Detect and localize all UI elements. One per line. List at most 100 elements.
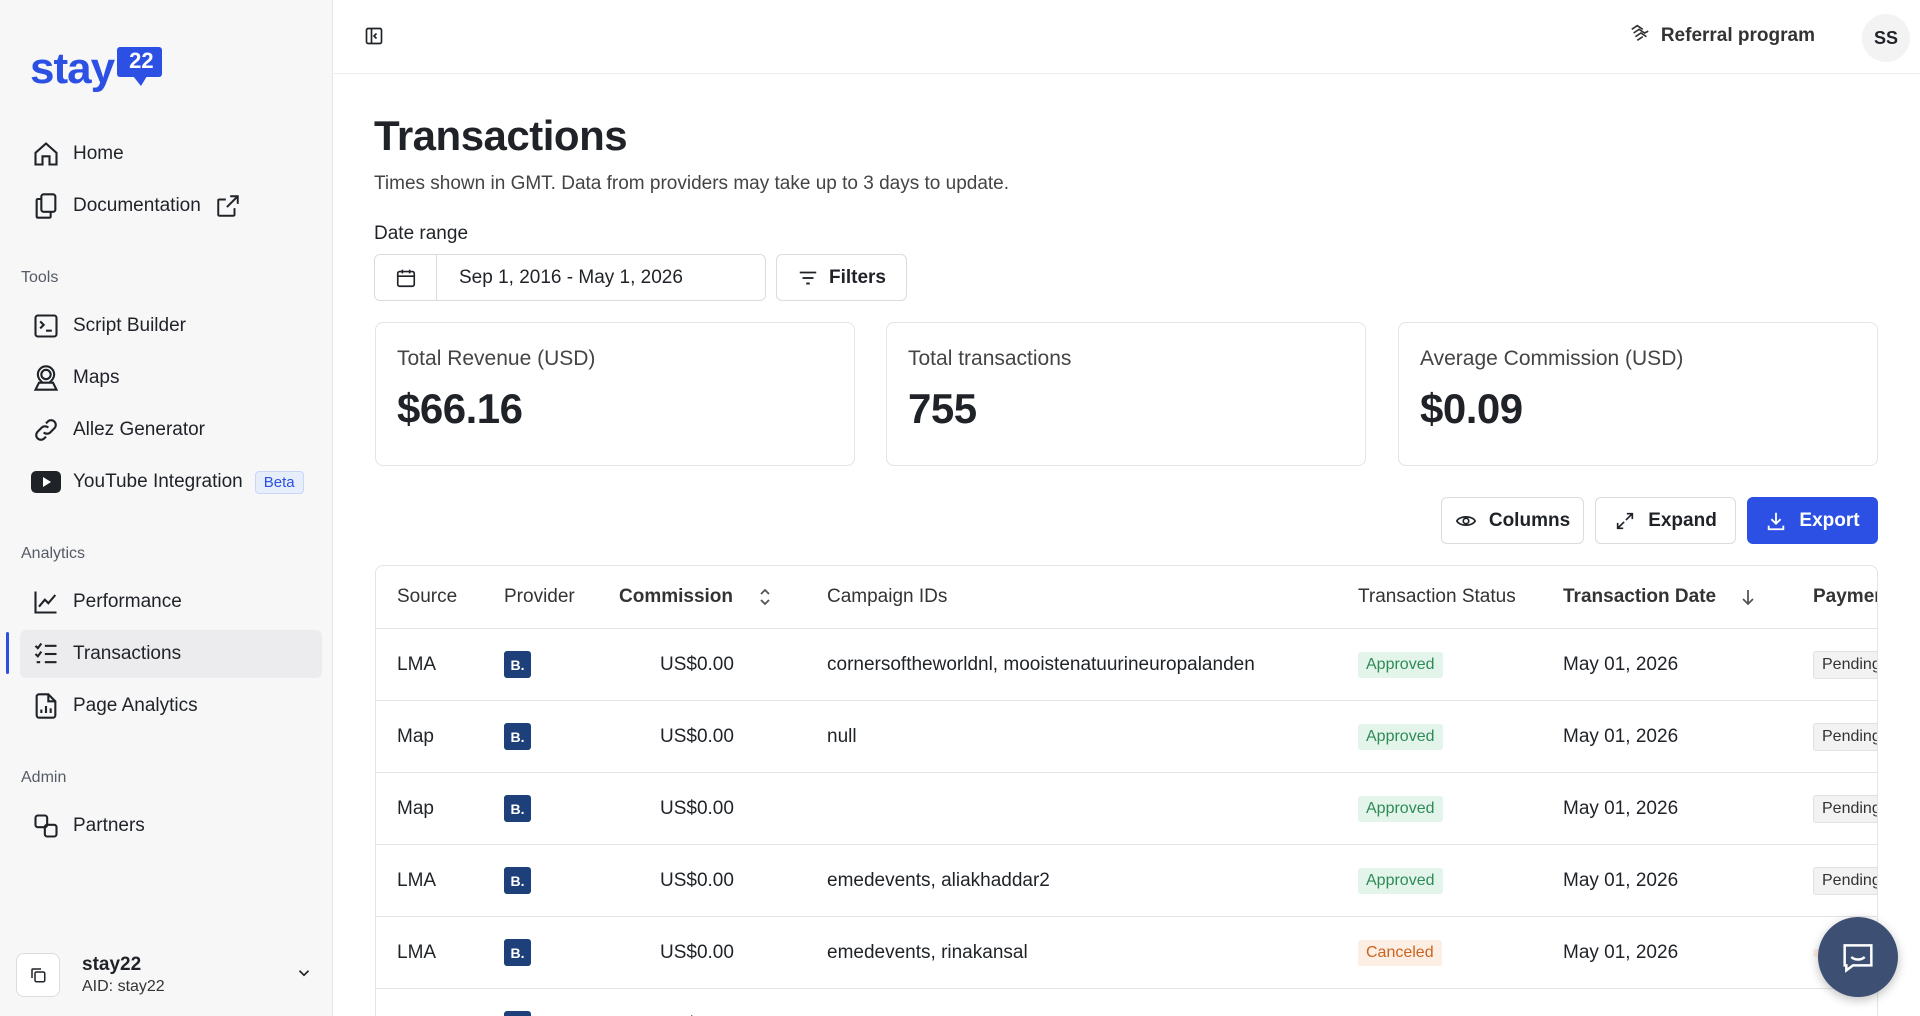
cell-source: LMA (397, 869, 437, 891)
cell-date: May 01, 2026 (1563, 797, 1679, 819)
cell-date: May 01, 2026 (1563, 653, 1679, 675)
stat-label: Total Revenue (USD) (397, 347, 596, 370)
user-avatar[interactable]: SS (1862, 14, 1910, 62)
sidebar-item-page-analytics[interactable]: Page Analytics (20, 682, 322, 730)
sidebar-item-label: Page Analytics (73, 695, 198, 716)
calendar-icon (375, 255, 437, 300)
filters-button[interactable]: Filters (776, 254, 907, 301)
cell-campaign-ids: cornersoftheworldnl, mooistenatuurineuro… (827, 653, 1255, 675)
chevron-down-icon (295, 964, 313, 987)
section-label-analytics: Analytics (21, 545, 86, 562)
column-header-transaction-status[interactable]: Transaction Status (1358, 586, 1516, 608)
stat-value: $66.16 (397, 385, 523, 432)
download-icon (1765, 510, 1787, 532)
cell-source: LMA (397, 941, 437, 963)
referral-program-link[interactable]: Referral program (1629, 22, 1815, 50)
sidebar-item-partners[interactable]: Partners (20, 802, 322, 850)
sidebar-item-label: Performance (73, 591, 182, 612)
eye-icon (1455, 510, 1477, 532)
sidebar-item-label: Allez Generator (73, 419, 206, 440)
stat-card-total-revenue: Total Revenue (USD) $66.16 (375, 322, 855, 466)
column-header-provider[interactable]: Provider (504, 586, 575, 608)
page-title: Transactions (374, 112, 628, 159)
transactions-icon (31, 639, 61, 669)
table-row[interactable]: M B. US$0.00 (376, 989, 1877, 1016)
cell-commission: US$0.00 (660, 725, 734, 747)
sidebar-item-allez-generator[interactable]: Allez Generator (20, 406, 322, 454)
performance-icon (31, 587, 61, 617)
sort-descending-icon[interactable] (1740, 587, 1756, 607)
chat-button[interactable] (1818, 917, 1898, 997)
sidebar-item-maps[interactable]: Maps (20, 354, 322, 402)
expand-button[interactable]: Expand (1595, 497, 1736, 544)
cell-commission: US$0.00 (660, 869, 734, 891)
cell-commission: US$0.00 (660, 653, 734, 675)
table-row[interactable]: Map B. US$0.00 Approved May 01, 2026 Pen… (376, 773, 1877, 845)
chat-icon (1838, 937, 1878, 977)
cell-date: May 01, 2026 (1563, 869, 1679, 891)
cell-campaign-ids: null (827, 725, 857, 747)
date-range-label: Date range (374, 223, 469, 244)
maps-icon (31, 363, 61, 393)
filters-label: Filters (828, 266, 887, 288)
booking-provider-icon: B. (504, 939, 531, 966)
cell-commission: US$0.00 (660, 941, 734, 963)
payment-badge: Pending (1813, 794, 1877, 823)
column-header-payment[interactable]: Paymen (1813, 586, 1877, 608)
active-indicator (6, 632, 9, 674)
transactions-table: Source Provider Commission Campaign IDs … (375, 565, 1878, 1016)
expand-label: Expand (1648, 509, 1717, 531)
sidebar-item-youtube-integration[interactable]: YouTube Integration Beta (20, 458, 322, 506)
cell-commission: US$0.00 (660, 797, 734, 819)
referral-icon (1629, 22, 1651, 50)
sort-icon[interactable] (757, 587, 773, 607)
table-header: Source Provider Commission Campaign IDs … (376, 566, 1877, 629)
sidebar-item-home[interactable]: Home (20, 130, 322, 178)
columns-button[interactable]: Columns (1441, 497, 1584, 544)
stat-card-average-commission: Average Commission (USD) $0.09 (1398, 322, 1878, 466)
cell-source: Map (397, 797, 434, 819)
sidebar: stay 22 Home Documentation Tools Script … (0, 0, 333, 1016)
column-header-label: Transaction Date (1563, 586, 1717, 607)
export-label: Export (1799, 509, 1860, 531)
cell-commission: US$0.00 (660, 989, 734, 1016)
table-row[interactable]: Map B. US$0.00 null Approved May 01, 202… (376, 701, 1877, 773)
status-badge: Approved (1358, 651, 1443, 678)
column-header-commission[interactable]: Commission (619, 586, 773, 608)
column-header-label: Commission (619, 586, 734, 607)
payment-badge: Pending (1813, 866, 1877, 895)
page-subtitle: Times shown in GMT. Data from providers … (374, 173, 1010, 194)
booking-provider-icon: B. (504, 1011, 531, 1016)
sidebar-toggle-icon[interactable] (362, 24, 386, 48)
sidebar-item-performance[interactable]: Performance (20, 578, 322, 626)
cell-source: Map (397, 725, 434, 747)
table-row[interactable]: LMA B. US$0.00 emedevents, rinakansal Ca… (376, 917, 1877, 989)
top-bar: Referral program SS (334, 0, 1920, 74)
sidebar-item-script-builder[interactable]: Script Builder (20, 302, 322, 350)
home-icon (31, 139, 61, 169)
booking-provider-icon: B. (504, 795, 531, 822)
sidebar-item-label: Partners (73, 815, 145, 836)
sidebar-item-label: YouTube Integration (73, 471, 243, 492)
status-badge: Approved (1358, 867, 1443, 894)
sidebar-item-transactions[interactable]: Transactions (20, 630, 322, 678)
booking-provider-icon: B. (504, 651, 531, 678)
table-row[interactable]: LMA B. US$0.00 cornersoftheworldnl, mooi… (376, 629, 1877, 701)
beta-badge: Beta (254, 470, 304, 494)
sidebar-item-documentation[interactable]: Documentation (20, 182, 322, 230)
column-header-campaign-ids[interactable]: Campaign IDs (827, 586, 947, 608)
column-header-source[interactable]: Source (397, 586, 457, 608)
column-header-transaction-date[interactable]: Transaction Date (1563, 586, 1756, 608)
date-range-picker[interactable]: Sep 1, 2016 - May 1, 2026 (374, 254, 766, 301)
table-row[interactable]: LMA B. US$0.00 emedevents, aliakhaddar2 … (376, 845, 1877, 917)
cell-date: May 01, 2026 (1563, 941, 1679, 963)
account-name: stay22 (82, 954, 142, 975)
account-switcher[interactable]: stay22 AID: stay22 (16, 950, 321, 1000)
stay22-logo[interactable]: stay 22 (30, 44, 162, 94)
booking-provider-icon: B. (504, 723, 531, 750)
sidebar-item-label: Transactions (73, 643, 182, 664)
link-icon (31, 415, 61, 445)
export-button[interactable]: Export (1747, 497, 1878, 544)
sidebar-item-label: Home (73, 143, 124, 164)
page-analytics-icon (31, 691, 61, 721)
